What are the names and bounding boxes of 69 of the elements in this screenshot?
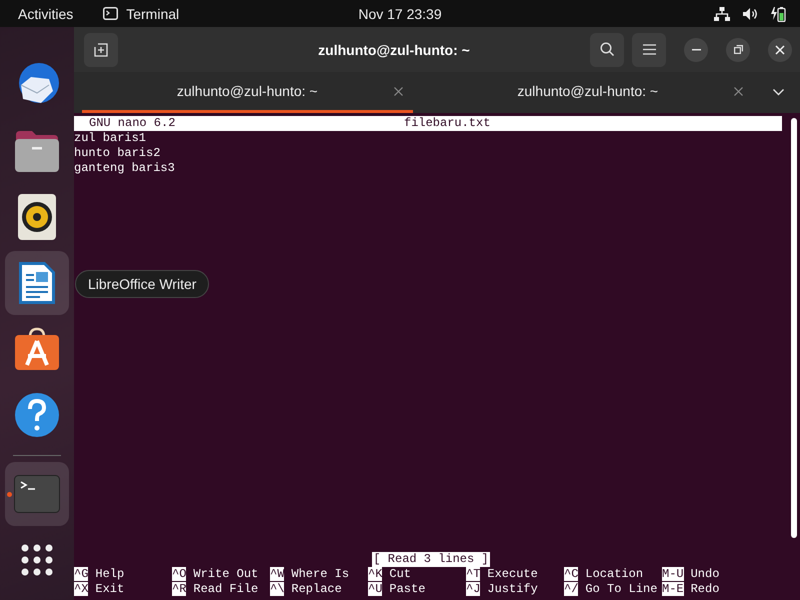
shortcut-key: ^W	[270, 567, 284, 581]
running-indicator	[7, 492, 12, 497]
minimize-icon	[692, 48, 700, 50]
restore-icon	[734, 45, 742, 54]
shortcut-label: Justify	[487, 582, 538, 596]
close-button[interactable]	[768, 38, 792, 62]
shortcut-key: M-U	[662, 567, 684, 581]
nano-version: GNU nano 6.2	[89, 116, 176, 131]
terminal-icon	[103, 7, 118, 20]
shortcut-key: ^J	[466, 582, 480, 596]
status-message: [ Read 3 lines ]	[372, 552, 490, 567]
shortcut-key: ^G	[74, 567, 88, 581]
shortcut-key: ^\	[270, 582, 284, 596]
shortcut-label: Help	[95, 567, 124, 581]
chevron-down-icon[interactable]	[773, 89, 784, 96]
document-icon	[17, 260, 57, 306]
close-icon	[775, 44, 785, 54]
shortcut-key: ^X	[74, 582, 88, 596]
shortcut-label: Cut	[389, 567, 412, 581]
clock[interactable]: Nov 17 23:39	[358, 6, 442, 22]
shortcut-key: ^O	[172, 567, 186, 581]
menu-icon	[642, 44, 656, 55]
app-menu-label[interactable]: Terminal	[126, 6, 180, 22]
shortcut-key: ^U	[368, 582, 382, 596]
shortcut-label: Undo	[690, 567, 720, 581]
shortcut-label: Read File	[193, 582, 258, 596]
volume-icon[interactable]	[742, 6, 758, 20]
speaker-icon	[18, 194, 56, 240]
terminal-icon	[14, 475, 60, 513]
dock-item[interactable]	[5, 251, 69, 315]
search-icon	[600, 42, 614, 57]
new-tab-button[interactable]	[84, 32, 118, 66]
tooltip: LibreOffice Writer	[75, 270, 210, 298]
shortcut-label: Replace	[291, 582, 342, 596]
shortcut-key: ^T	[466, 567, 480, 581]
shortcut-key: ^/	[564, 582, 578, 596]
file-name: filebaru.txt	[404, 116, 490, 131]
shortcut-label: Redo	[690, 582, 720, 596]
help-icon	[14, 392, 60, 438]
shortcut-label: Go To Line	[585, 582, 658, 596]
close-icon[interactable]	[394, 86, 402, 96]
shortcut-key: M-E	[662, 582, 684, 596]
shopping-bag-icon	[14, 327, 60, 371]
shortcut-label: Exit	[95, 582, 124, 596]
close-icon[interactable]	[734, 86, 743, 96]
shortcut-label: Write Out	[193, 567, 258, 581]
network-icon[interactable]	[714, 6, 730, 20]
shortcut-label: Paste	[389, 582, 426, 596]
activities-button[interactable]: Activities	[0, 6, 92, 22]
text-line: hunto baris2	[74, 146, 162, 161]
shortcut-key: ^K	[368, 567, 382, 581]
shortcut-key: ^C	[564, 567, 578, 581]
battery-icon[interactable]	[770, 6, 786, 22]
folder-icon	[14, 129, 60, 173]
text-line: ganteng baris3	[74, 161, 176, 176]
maximize-button[interactable]	[726, 38, 750, 62]
shortcut-label: Where Is	[291, 567, 350, 581]
text-line: zul baris1	[74, 131, 148, 146]
scrollbar-thumb[interactable]	[791, 118, 797, 538]
shortcut-key: ^R	[172, 582, 186, 596]
menu-button[interactable]	[632, 32, 666, 66]
shortcut-label: Location	[585, 567, 644, 581]
search-button[interactable]	[590, 32, 624, 66]
minimize-button[interactable]	[684, 38, 708, 62]
terminal-tab[interactable]: zulhunto@zul-hunto: ~	[422, 72, 753, 113]
window-title: zulhunto@zul-hunto: ~	[317, 42, 471, 58]
app-grid-icon	[20, 543, 54, 577]
new-tab-icon	[94, 42, 108, 56]
shortcut-label: Execute	[487, 567, 538, 581]
